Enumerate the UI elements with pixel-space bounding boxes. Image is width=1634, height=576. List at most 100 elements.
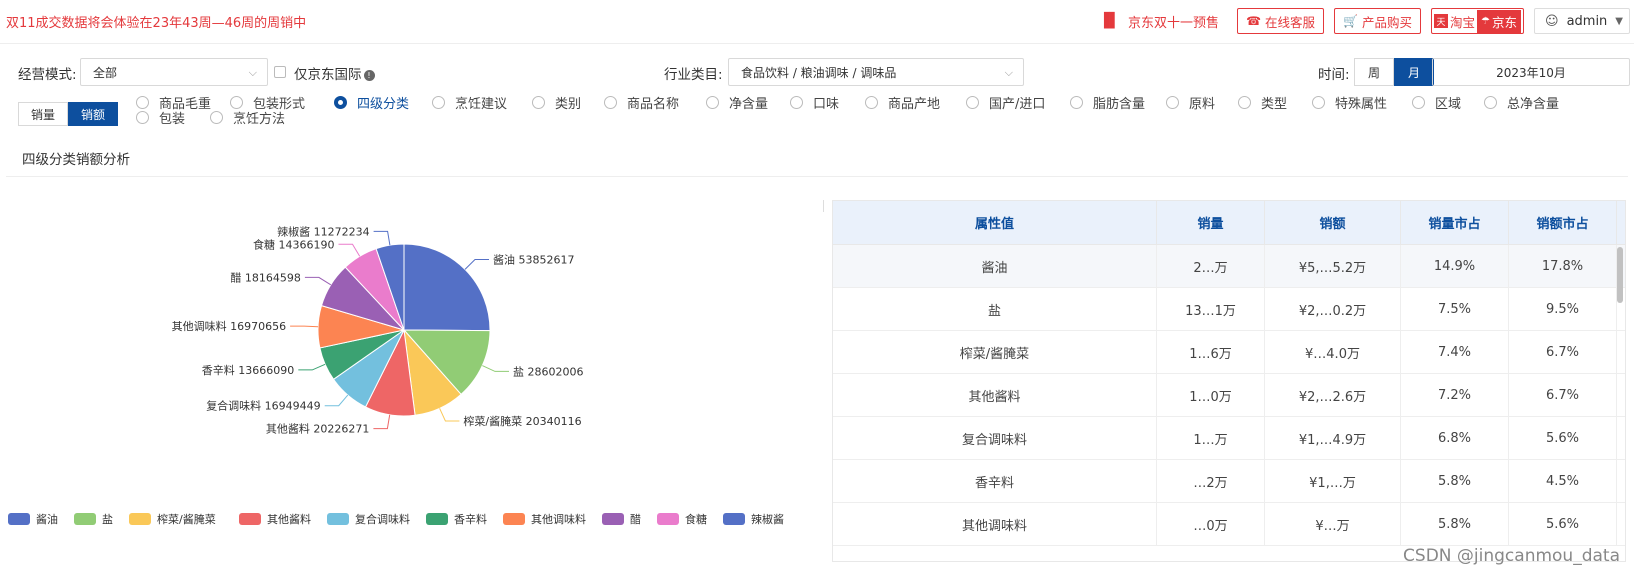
attr-radio[interactable]: 烹饪方法 xyxy=(210,108,285,127)
attr-radio[interactable]: 类别 xyxy=(532,93,581,112)
metric-amt-toggle[interactable]: 销额 xyxy=(68,102,118,126)
legend-label[interactable]: 食糖 xyxy=(685,512,707,526)
cell-amt: ¥…4.0万 xyxy=(1265,331,1401,373)
mode-select[interactable]: 全部 ⌵ xyxy=(80,58,268,86)
table-row[interactable]: 其他酱料 1…0万 ¥2,…2.6万 7.2% 6.7% xyxy=(833,374,1625,417)
header-attr[interactable]: 属性值 xyxy=(833,201,1157,244)
header-amt-share[interactable]: 销额市占 xyxy=(1509,201,1617,244)
attr-radio[interactable]: 口味 xyxy=(790,93,839,112)
jd-icon: ☂ xyxy=(1481,15,1490,27)
attr-radio[interactable]: 特殊属性 xyxy=(1312,93,1387,112)
attr-radio[interactable]: 烹饪建议 xyxy=(432,93,507,112)
cell-amt: ¥5,…5.2万 xyxy=(1265,245,1401,287)
table-row[interactable]: 复合调味料 1…万 ¥1,…4.9万 6.8% 5.6% xyxy=(833,417,1625,460)
cell-amt: ¥2,…2.6万 xyxy=(1265,374,1401,416)
legend-label[interactable]: 香辛料 xyxy=(454,512,487,526)
leader-line xyxy=(290,325,319,328)
legend-label[interactable]: 复合调味料 xyxy=(355,512,410,526)
cell-attr: 酱油 xyxy=(833,245,1157,287)
legend-label[interactable]: 其他酱料 xyxy=(267,512,311,526)
attr-radio[interactable]: 净含量 xyxy=(706,93,768,112)
attr-radio[interactable]: 商品产地 xyxy=(865,93,940,112)
cell-qty-share: 14.9% xyxy=(1401,245,1509,287)
cell-qty: …0万 xyxy=(1157,503,1265,545)
legend-label[interactable]: 辣椒酱 xyxy=(751,512,784,526)
mode-value: 全部 xyxy=(93,65,118,80)
attr-label: 净含量 xyxy=(729,97,769,112)
date-picker[interactable]: 2023年10月 xyxy=(1432,58,1630,86)
pie-slice[interactable] xyxy=(403,243,491,332)
customer-service-label: 在线客服 xyxy=(1265,14,1316,30)
table-row[interactable]: 榨菜/酱腌菜 1…6万 ¥…4.0万 7.4% 6.7% xyxy=(833,331,1625,374)
leader-line xyxy=(482,365,509,372)
attr-radio-selected[interactable]: 四级分类 xyxy=(334,93,409,112)
tmall-icon: 天 xyxy=(1434,14,1448,28)
scrollbar-thumb[interactable] xyxy=(1617,247,1623,303)
legend-label[interactable]: 盐 xyxy=(102,513,113,526)
attr-label: 脂肪含量 xyxy=(1093,97,1146,112)
legend-swatch[interactable] xyxy=(657,513,679,525)
month-toggle[interactable]: 月 xyxy=(1394,58,1434,86)
attr-label: 四级分类 xyxy=(357,97,410,112)
legend-swatch[interactable] xyxy=(8,513,30,525)
shop-switch[interactable]: 天 淘宝 ☂ 京东 xyxy=(1431,8,1524,34)
user-menu[interactable]: ☺ admin ▼ xyxy=(1534,8,1630,34)
attr-radio[interactable]: 国产/进口 xyxy=(966,93,1045,112)
legend-label[interactable]: 其他调味料 xyxy=(531,512,586,526)
legend-label[interactable]: 酱油 xyxy=(36,512,58,526)
headset-icon: ☎ xyxy=(1246,14,1262,28)
attr-label: 总净含量 xyxy=(1507,97,1560,112)
legend-label[interactable]: 榨菜/酱腌菜 xyxy=(157,512,216,526)
metric-qty-toggle[interactable]: 销量 xyxy=(18,102,68,126)
jd-presale-link[interactable]: ▐▌ 京东双十一预售 xyxy=(1099,12,1220,31)
radio-icon xyxy=(1484,96,1497,109)
header-qty-share[interactable]: 销量市占 xyxy=(1401,201,1509,244)
customer-service-button[interactable]: ☎ 在线客服 xyxy=(1237,8,1325,34)
legend-swatch[interactable] xyxy=(723,513,745,525)
cell-attr: 盐 xyxy=(833,288,1157,330)
table-scrollbar[interactable] xyxy=(1617,245,1623,561)
metric-toggle: 销量 销额 xyxy=(18,102,118,126)
week-toggle[interactable]: 周 xyxy=(1354,58,1394,86)
cell-qty: 1…0万 xyxy=(1157,374,1265,416)
cart-icon: 🛒 xyxy=(1343,14,1358,28)
info-icon[interactable]: ! xyxy=(363,70,375,81)
legend-swatch[interactable] xyxy=(129,513,151,525)
cell-qty-share: 7.2% xyxy=(1401,374,1509,416)
attr-radio[interactable]: 包装 xyxy=(136,108,185,127)
cell-qty-share: 5.8% xyxy=(1401,460,1509,502)
cell-attr: 复合调味料 xyxy=(833,417,1157,459)
jd-tab[interactable]: ☂ 京东 xyxy=(1477,9,1521,33)
table-row[interactable]: 盐 13…1万 ¥2,…0.2万 7.5% 9.5% xyxy=(833,288,1625,331)
attr-radio[interactable]: 总净含量 xyxy=(1484,93,1559,112)
user-name: admin xyxy=(1566,13,1608,29)
legend-swatch[interactable] xyxy=(503,513,525,525)
attr-radio[interactable]: 原料 xyxy=(1166,93,1215,112)
table-row[interactable]: 香辛料 …2万 ¥1,…万 5.8% 4.5% xyxy=(833,460,1625,503)
header-amt[interactable]: 销额 xyxy=(1265,201,1401,244)
attr-radio[interactable]: 脂肪含量 xyxy=(1070,93,1145,112)
taobao-label[interactable]: 淘宝 xyxy=(1450,12,1475,31)
jd-intl-checkbox[interactable] xyxy=(274,66,286,78)
industry-select[interactable]: 食品饮料 / 粮油调味 / 调味品 ⌵ xyxy=(728,58,1024,86)
legend-swatch[interactable] xyxy=(327,513,349,525)
legend-swatch[interactable] xyxy=(602,513,624,525)
legend-label[interactable]: 醋 xyxy=(630,512,641,526)
attr-radio[interactable]: 类型 xyxy=(1238,93,1287,112)
cell-amt: ¥2,…0.2万 xyxy=(1265,288,1401,330)
radio-icon xyxy=(136,111,149,124)
table-row[interactable]: 其他调味料 …0万 ¥…万 5.8% 5.6% xyxy=(833,503,1625,546)
header-qty[interactable]: 销量 xyxy=(1157,201,1265,244)
time-granularity: 周 月 xyxy=(1354,58,1434,86)
slice-label: 复合调味料 16949449 xyxy=(206,399,321,413)
legend-swatch[interactable] xyxy=(426,513,448,525)
legend-swatch[interactable] xyxy=(239,513,261,525)
table-row[interactable]: 酱油 2…万 ¥5,…5.2万 14.9% 17.8% xyxy=(833,245,1625,288)
attr-radio[interactable]: 区域 xyxy=(1412,93,1461,112)
bar-chart-icon: ▐▌ xyxy=(1098,13,1121,29)
buy-product-button[interactable]: 🛒 产品购买 xyxy=(1334,8,1421,34)
leader-line xyxy=(464,259,489,270)
cell-amt-share: 17.8% xyxy=(1509,245,1617,287)
attr-radio[interactable]: 商品名称 xyxy=(604,93,679,112)
legend-swatch[interactable] xyxy=(74,513,96,525)
